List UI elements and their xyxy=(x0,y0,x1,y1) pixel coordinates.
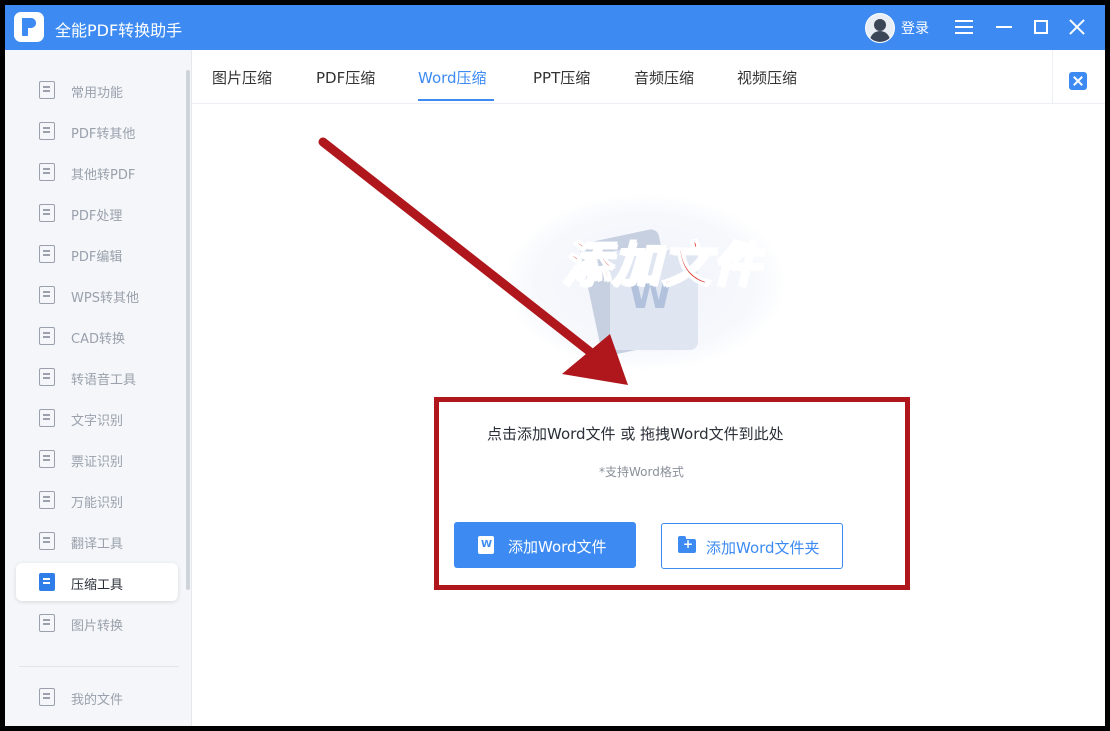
sidebar-item-image-convert[interactable]: 图片转换 xyxy=(16,604,178,642)
cad-icon xyxy=(39,327,55,345)
app-title: 全能PDF转换助手 xyxy=(55,21,183,40)
add-word-file-label: 添加Word文件 xyxy=(508,538,607,556)
audio-icon xyxy=(39,368,55,386)
sidebar-item-wps[interactable]: WPS转其他 xyxy=(16,276,178,314)
sidebar-item-label: 图片转换 xyxy=(71,619,124,634)
sidebar-divider xyxy=(19,666,179,667)
tab-bar: 图片压缩 PDF压缩 Word压缩 PPT压缩 音频压缩 视频压缩 xyxy=(192,50,1105,104)
sidebar-item-label: 其他转PDF xyxy=(71,168,136,183)
sidebar: 常用功能 PDF转其他 其他转PDF PDF处理 PDF编辑 WPS转其他 CA… xyxy=(5,50,192,726)
tab-image-compress[interactable]: 图片压缩 xyxy=(212,67,272,88)
add-word-folder-label: 添加Word文件夹 xyxy=(706,539,820,557)
active-tab-indicator xyxy=(418,99,494,101)
app-window: 全能PDF转换助手 登录 常用功能 PDF转其他 其他转PDF PDF处理 PD… xyxy=(5,5,1105,726)
pdf-edit-icon xyxy=(39,245,55,263)
menu-icon[interactable] xyxy=(952,15,976,39)
sidebar-item-my-files[interactable]: 我的文件 xyxy=(16,678,178,716)
ocr-icon xyxy=(39,409,55,427)
sidebar-item-cad[interactable]: CAD转换 xyxy=(16,317,178,355)
panel-close-icon[interactable] xyxy=(1069,72,1087,90)
tab-audio-compress[interactable]: 音频压缩 xyxy=(634,67,694,88)
star-grid-icon xyxy=(39,81,55,99)
pdf-export-icon xyxy=(39,122,55,140)
avatar[interactable] xyxy=(865,13,895,43)
app-logo-icon xyxy=(14,12,44,42)
sidebar-item-audio[interactable]: 转语音工具 xyxy=(16,358,178,396)
sidebar-item-label: 我的文件 xyxy=(71,693,124,708)
sidebar-item-label: 文字识别 xyxy=(71,414,124,429)
scan-icon xyxy=(39,491,55,509)
sidebar-item-label: PDF编辑 xyxy=(71,250,123,265)
sidebar-item-label: WPS转其他 xyxy=(71,291,139,306)
pdf-import-icon xyxy=(39,163,55,181)
login-button[interactable]: 登录 xyxy=(901,18,929,38)
sidebar-item-ticket[interactable]: 票证识别 xyxy=(16,440,178,478)
sidebar-item-label: 票证识别 xyxy=(71,455,124,470)
pdf-process-icon xyxy=(39,204,55,222)
sidebar-item-universal-scan[interactable]: 万能识别 xyxy=(16,481,178,519)
sidebar-item-label: 压缩工具 xyxy=(71,578,124,593)
translate-icon xyxy=(39,532,55,550)
sidebar-item-label: CAD转换 xyxy=(71,332,125,347)
sidebar-item-pdf-edit[interactable]: PDF编辑 xyxy=(16,235,178,273)
add-word-file-button[interactable]: 添加Word文件 xyxy=(454,522,636,568)
file-icon xyxy=(39,688,55,706)
minimize-icon[interactable] xyxy=(992,15,1016,39)
sidebar-item-compress[interactable]: 压缩工具 xyxy=(16,563,178,601)
drop-hint[interactable]: 点击添加Word文件 或 拖拽Word文件到此处 xyxy=(487,423,784,444)
sidebar-scrollbar[interactable] xyxy=(186,70,190,590)
wps-icon xyxy=(39,286,55,304)
sidebar-item-translate[interactable]: 翻译工具 xyxy=(16,522,178,560)
add-file-overlay-title: 添加文件 xyxy=(561,236,763,294)
sidebar-item-pdf-process[interactable]: PDF处理 xyxy=(16,194,178,232)
format-note: *支持Word格式 xyxy=(599,465,684,479)
sidebar-item-other-to-pdf[interactable]: 其他转PDF xyxy=(16,153,178,191)
sidebar-item-common[interactable]: 常用功能 xyxy=(16,71,178,109)
sidebar-item-label: 翻译工具 xyxy=(71,537,124,552)
tab-video-compress[interactable]: 视频压缩 xyxy=(737,67,797,88)
maximize-icon[interactable] xyxy=(1029,15,1053,39)
tab-pdf-compress[interactable]: PDF压缩 xyxy=(316,67,375,88)
sidebar-item-label: PDF处理 xyxy=(71,209,123,224)
tab-bar-divider xyxy=(1052,50,1053,103)
ticket-icon xyxy=(39,450,55,468)
folder-add-icon xyxy=(678,536,696,553)
word-file-icon xyxy=(478,536,494,554)
close-icon[interactable] xyxy=(1065,15,1089,39)
sidebar-item-pdf-to-other[interactable]: PDF转其他 xyxy=(16,112,178,150)
compress-icon xyxy=(39,573,55,591)
sidebar-item-ocr[interactable]: 文字识别 xyxy=(16,399,178,437)
sidebar-item-label: 万能识别 xyxy=(71,496,124,511)
titlebar: 全能PDF转换助手 登录 xyxy=(5,5,1105,50)
add-word-folder-button[interactable]: 添加Word文件夹 xyxy=(661,523,843,569)
sidebar-item-label: 常用功能 xyxy=(71,86,124,101)
tab-ppt-compress[interactable]: PPT压缩 xyxy=(533,67,590,88)
image-icon xyxy=(39,614,55,632)
tab-word-compress[interactable]: Word压缩 xyxy=(418,67,487,88)
sidebar-item-label: PDF转其他 xyxy=(71,127,136,142)
sidebar-item-label: 转语音工具 xyxy=(71,373,137,388)
